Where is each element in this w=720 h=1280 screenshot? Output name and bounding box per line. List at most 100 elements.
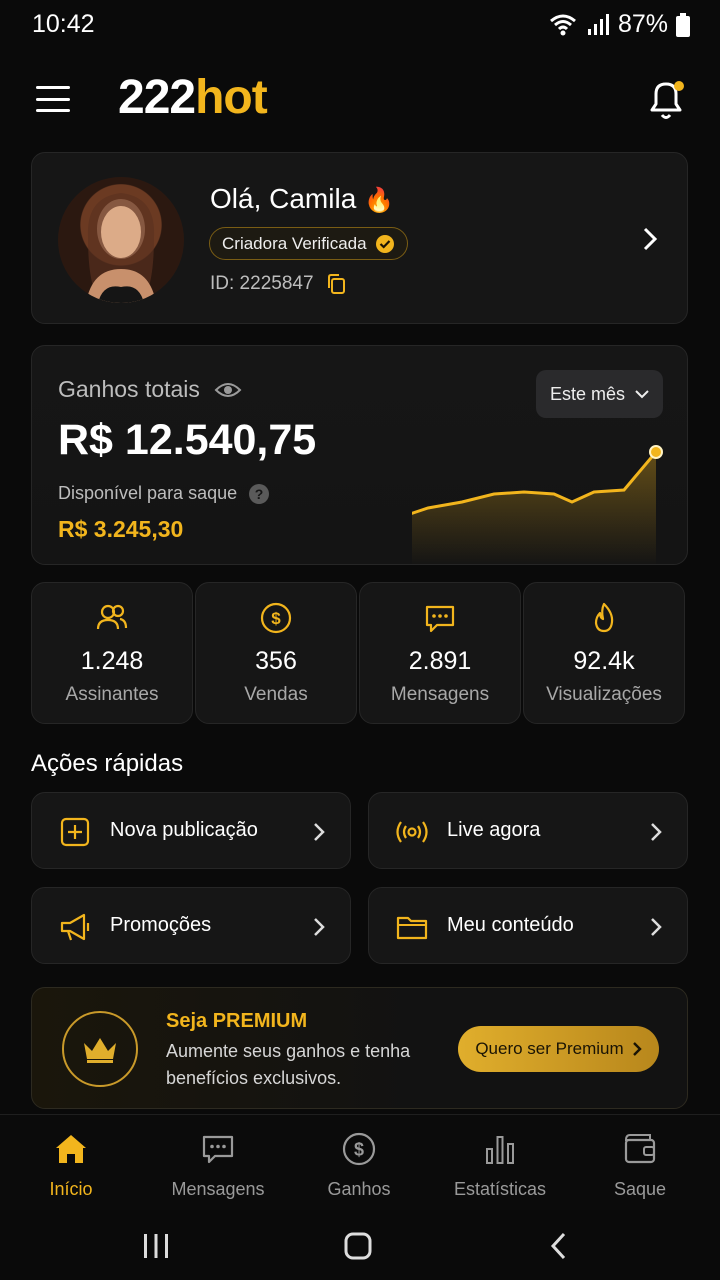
period-select[interactable]: Este mês: [536, 370, 663, 418]
chevron-right-icon: [651, 918, 662, 936]
premium-cta-button[interactable]: Quero ser Premium: [458, 1026, 659, 1072]
logo-hot: hot: [195, 71, 268, 124]
creator-id: ID: 2225847: [210, 273, 346, 295]
eye-icon[interactable]: [214, 380, 242, 400]
action-label: Meu conteúdo: [447, 914, 574, 936]
notification-bell-icon[interactable]: [644, 76, 688, 124]
premium-title: Seja PREMIUM: [166, 1010, 308, 1032]
app-logo: 222hot: [118, 70, 268, 125]
broadcast-icon: [396, 821, 428, 843]
nav-label: Mensagens: [171, 1179, 265, 1199]
svg-text:$: $: [271, 609, 281, 628]
chevron-right-icon: [651, 823, 662, 841]
battery-percent: 87%: [617, 10, 668, 38]
nav-earnings[interactable]: $ Ganhos: [289, 1131, 429, 1200]
stat-value: 2.891: [408, 647, 472, 675]
earnings-label-text: Ganhos totais: [58, 376, 200, 402]
plus-square-icon: [60, 817, 90, 847]
flame-icon: [594, 602, 614, 633]
chevron-right-icon[interactable]: [639, 225, 661, 253]
action-live-now[interactable]: Live agora: [368, 792, 688, 869]
recent-apps-icon[interactable]: [140, 1230, 172, 1262]
crown-icon: [84, 1038, 116, 1063]
crown-badge: [62, 1011, 138, 1087]
stat-value: 356: [255, 647, 297, 675]
megaphone-icon: [60, 913, 90, 941]
earnings-label: Ganhos totais: [58, 376, 242, 403]
notification-dot: [674, 81, 684, 91]
svg-text:?: ?: [255, 486, 264, 502]
verified-badge-label: Criadora Verificada: [222, 233, 367, 253]
svg-text:$: $: [354, 1140, 364, 1160]
nav-label: Ganhos: [327, 1179, 391, 1199]
nav-messages[interactable]: Mensagens: [148, 1131, 288, 1200]
premium-banner: Seja PREMIUM Aumente seus ganhos e tenha…: [31, 987, 688, 1109]
nav-label: Estatísticas: [453, 1179, 547, 1199]
stat-label: Assinantes: [65, 684, 159, 705]
home-button-icon[interactable]: [342, 1230, 374, 1262]
nav-label: Início: [49, 1179, 93, 1199]
premium-cta-label: Quero ser Premium: [475, 1039, 624, 1058]
avatar: [58, 177, 184, 303]
message-icon: [202, 1135, 234, 1164]
battery-icon: [676, 12, 690, 37]
stat-label: Visualizações: [546, 684, 662, 705]
stat-views[interactable]: 92.4k Visualizações: [523, 582, 685, 724]
status-time: 10:42: [32, 10, 95, 38]
chevron-down-icon: [635, 390, 649, 399]
status-icons: 87%: [548, 10, 690, 39]
stat-sales[interactable]: $ 356 Vendas: [195, 582, 357, 724]
action-label: Nova publicação: [110, 819, 258, 841]
menu-button[interactable]: [36, 86, 70, 112]
hamburger-line: [36, 97, 70, 101]
stat-value: 1.248: [80, 647, 144, 675]
creator-id-text: ID: 2225847: [210, 273, 314, 294]
bar-chart-icon: [486, 1136, 514, 1164]
earnings-card: Ganhos totais R$ 12.540,75 Disponível pa…: [31, 345, 688, 565]
action-label: Promoções: [110, 914, 212, 936]
stat-subscribers[interactable]: 1.248 Assinantes: [31, 582, 193, 724]
action-promotions[interactable]: Promoções: [31, 887, 351, 964]
chevron-right-icon: [632, 1042, 642, 1056]
nav-home[interactable]: Início: [1, 1131, 141, 1200]
copy-icon[interactable]: [326, 273, 346, 295]
nav-statistics[interactable]: Estatísticas: [430, 1131, 570, 1200]
stat-value: 92.4k: [573, 647, 635, 675]
dollar-icon: $: [260, 602, 292, 634]
action-my-content[interactable]: Meu conteúdo: [368, 887, 688, 964]
hamburger-line: [36, 109, 70, 112]
hamburger-line: [36, 86, 70, 89]
period-select-label: Este mês: [549, 383, 626, 404]
stat-messages[interactable]: 2.891 Mensagens: [359, 582, 521, 724]
home-icon: [56, 1135, 86, 1163]
action-new-post[interactable]: Nova publicação: [31, 792, 351, 869]
fire-icon: 🔥: [364, 187, 394, 214]
stat-label: Mensagens: [390, 684, 490, 705]
status-bar: 10:42 87%: [0, 0, 720, 54]
signal-icon: [587, 13, 609, 35]
back-icon[interactable]: [544, 1230, 576, 1262]
system-nav-bar: [0, 1210, 720, 1280]
available-label-text: Disponível para saque: [58, 483, 238, 503]
app-header: 222hot: [0, 66, 720, 132]
stat-label: Vendas: [244, 684, 308, 705]
quick-actions-title: Ações rápidas: [31, 750, 184, 777]
available-label: Disponível para saque ?: [58, 483, 270, 504]
wifi-icon: [549, 14, 576, 35]
users-icon: [96, 604, 128, 630]
greeting: Olá, Camila 🔥: [210, 183, 394, 215]
action-label: Live agora: [447, 819, 541, 841]
message-icon: [425, 605, 455, 633]
folder-icon: [396, 916, 428, 940]
nav-withdraw[interactable]: Saque: [570, 1131, 710, 1200]
help-icon[interactable]: ?: [249, 483, 270, 504]
earnings-total: R$ 12.540,75: [58, 416, 317, 464]
verified-badge: Criadora Verificada: [209, 227, 408, 260]
earnings-sparkline: [412, 445, 663, 564]
logo-number: 222: [118, 71, 196, 124]
profile-card[interactable]: Olá, Camila 🔥 Criadora Verificada ID: 22…: [31, 152, 688, 324]
bottom-nav: Início Mensagens $ Ganhos Estatísticas S…: [0, 1114, 720, 1210]
wallet-icon: [624, 1134, 656, 1164]
chevron-right-icon: [314, 918, 325, 936]
greeting-text: Olá, Camila: [210, 183, 357, 214]
